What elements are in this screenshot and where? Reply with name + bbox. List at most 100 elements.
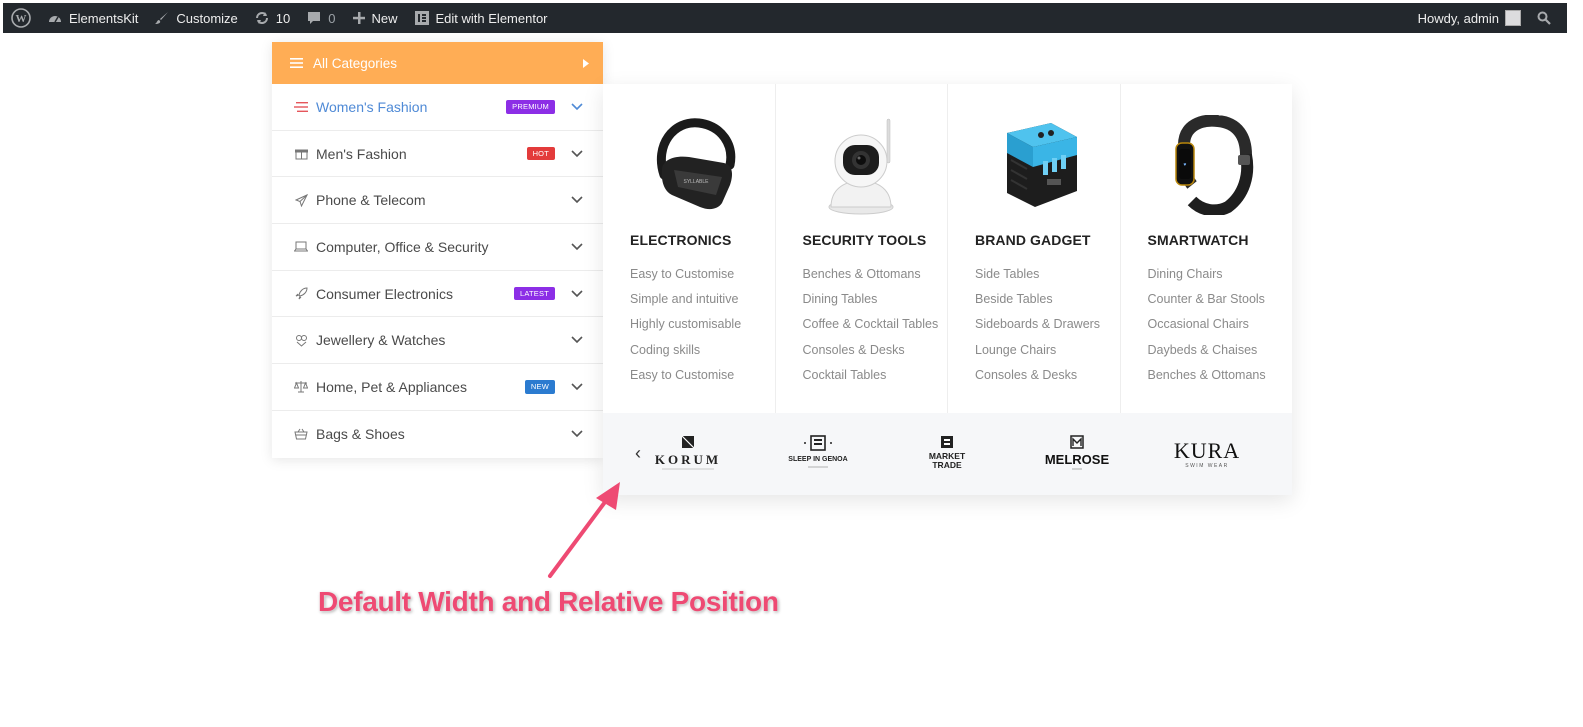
menu-item-label: Women's Fashion [316,98,428,115]
column-title: SECURITY TOOLS [802,232,927,248]
caret-right-icon [583,58,589,68]
category-link[interactable]: Cocktail Tables [803,363,948,388]
edit-with-elementor-button[interactable]: Edit with Elementor [406,3,556,33]
svg-text:TRADE: TRADE [933,460,963,470]
category-link[interactable]: Side Tables [975,262,1120,287]
category-link[interactable]: Daybeds & Chaises [1148,338,1293,363]
chevron-down-icon[interactable] [571,149,583,158]
comment-icon [308,12,321,24]
menu-item-label: Bags & Shoes [316,426,405,443]
menu-item-computer-office-security[interactable]: Computer, Office & Security [272,224,603,271]
column-title: BRAND GADGET [975,232,1091,248]
category-column-electronics: SYLLABLE ELECTRONICS Easy to Customise S… [603,84,776,413]
category-link[interactable]: Benches & Ottomans [803,262,948,287]
plus-icon [352,12,365,24]
chevron-down-icon[interactable] [571,336,583,344]
category-link[interactable]: Benches & Ottomans [1148,363,1293,388]
updates-button[interactable]: 10 [246,3,298,33]
category-link[interactable]: Consoles & Desks [803,338,948,363]
category-link[interactable]: Sideboards & Drawers [975,312,1120,337]
category-link[interactable]: Consoles & Desks [975,363,1120,388]
menu-item-label: Computer, Office & Security [316,238,489,255]
menu-item-label: Men's Fashion [316,145,407,162]
howdy-label: Howdy, admin [1417,10,1499,26]
category-link[interactable]: Easy to Customise [630,363,775,388]
category-link[interactable]: Occasional Chairs [1148,312,1293,337]
category-link[interactable]: Counter & Bar Stools [1148,287,1293,312]
category-link[interactable]: Lounge Chairs [975,338,1120,363]
admin-search-button[interactable] [1529,3,1559,33]
latest-badge: LATEST [514,286,555,301]
category-link[interactable]: Dining Chairs [1148,262,1293,287]
dashboard-icon [49,16,61,23]
laptop-icon [294,240,308,254]
category-link[interactable]: Simple and intuitive [630,287,775,312]
menu-item-label: Home, Pet & Appliances [316,378,467,395]
smartwatch-image: ♥ [1148,106,1293,224]
scale-icon [294,380,308,394]
annotation-arrow [548,482,620,578]
comments-count: 0 [328,10,336,26]
wordpress-logo-button[interactable]: W [3,3,39,33]
all-categories-label: All Categories [313,55,398,71]
all-categories-toggle[interactable]: All Categories [272,42,603,84]
chevron-down-icon[interactable] [571,103,583,111]
site-name-button[interactable]: ElementsKit [39,3,146,33]
link-list: Side Tables Beside Tables Sideboards & D… [975,262,1120,388]
travel-adapter-icon [1007,123,1078,207]
category-link[interactable]: Easy to Customise [630,262,775,287]
brand-logo-kura[interactable]: KURA SWIM WEAR [1142,434,1272,474]
menu-item-label: Jewellery & Watches [316,332,446,349]
brand-carousel: ‹ KORUM SLEEP IN GENOA MARKET TRADE MELR… [603,413,1292,495]
smartwatch-icon: ♥ [1175,115,1253,215]
brand-logo-sleep-in-genoa[interactable]: SLEEP IN GENOA [753,434,883,474]
category-link[interactable]: Coding skills [630,338,775,363]
category-link[interactable]: Dining Tables [803,287,948,312]
paper-plane-icon [294,193,308,207]
menu-item-consumer-electronics[interactable]: Consumer Electronics LATEST [272,271,603,318]
account-menu-button[interactable]: Howdy, admin [1410,3,1529,33]
security-camera-image [803,106,948,224]
brand-name: SLEEP IN GENOA [788,456,847,463]
menu-item-jewellery-watches[interactable]: Jewellery & Watches [272,317,603,365]
customize-button[interactable]: Customize [146,3,245,33]
brush-icon [155,12,169,24]
brand-logo-korum[interactable]: KORUM [623,434,753,474]
avatar [1505,10,1521,26]
brand-subtitle: SWIM WEAR [1185,463,1229,469]
link-list: Easy to Customise Simple and intuitive H… [630,262,775,388]
category-column-smartwatch: ♥ SMARTWATCH Dining Chairs Counter & Bar… [1121,84,1293,413]
menu-item-womens-fashion[interactable]: Women's Fashion PREMIUM [272,84,603,131]
category-column-brand-gadget: BRAND GADGET Side Tables Beside Tables S… [948,84,1121,413]
updates-icon [255,12,268,24]
basket-icon [294,427,308,441]
chevron-down-icon[interactable] [571,430,583,438]
menu-item-bags-shoes[interactable]: Bags & Shoes [272,411,603,458]
category-link[interactable]: Beside Tables [975,287,1120,312]
brand-logo-melrose[interactable]: MELROSE [1012,434,1142,474]
new-badge: NEW [524,380,555,394]
wordpress-icon: W [11,8,31,28]
hot-badge: HOT [526,146,555,161]
brand-logo-market-trade[interactable]: MARKET TRADE [883,434,1013,474]
category-link[interactable]: Highly customisable [630,312,775,337]
chevron-down-icon[interactable] [571,383,583,391]
travel-adapter-image [975,106,1120,224]
site-name-label: ElementsKit [69,10,139,26]
updates-count: 10 [275,10,291,26]
admin-bar: W ElementsKit Customize 10 0 New Edit wi… [3,3,1567,33]
chevron-down-icon[interactable] [571,243,583,251]
menu-item-home-pet-appliances[interactable]: Home, Pet & Appliances NEW [272,364,603,411]
security-camera-icon [828,118,894,215]
new-content-button[interactable]: New [344,3,406,33]
link-list: Dining Chairs Counter & Bar Stools Occas… [1148,262,1293,388]
comments-button[interactable]: 0 [298,3,343,33]
category-link[interactable]: Coffee & Cocktail Tables [803,312,948,337]
chevron-left-icon[interactable]: ‹ [635,443,641,464]
customize-label: Customize [176,10,238,26]
menu-item-phone-telecom[interactable]: Phone & Telecom [272,177,603,225]
menu-item-mens-fashion[interactable]: Men's Fashion HOT [272,131,603,178]
chevron-down-icon[interactable] [571,290,583,298]
chevron-down-icon[interactable] [571,196,583,204]
lines-icon [294,100,308,114]
